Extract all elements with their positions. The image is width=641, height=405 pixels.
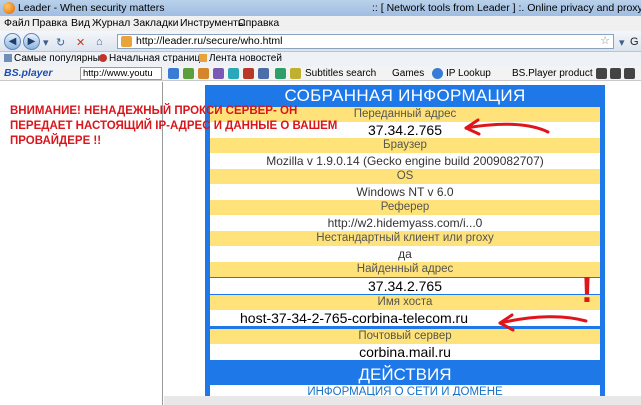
history-dropdown-icon[interactable]: ▾ (43, 36, 49, 49)
info-label-referer: Реферер (210, 200, 600, 215)
media-pause-icon[interactable] (596, 68, 607, 79)
back-arrow-icon[interactable]: ◀ (4, 33, 21, 50)
address-bar[interactable]: http://leader.ru/secure/who.html ☆ (117, 34, 614, 49)
menu-file[interactable]: Файл (4, 16, 30, 31)
bs-games[interactable]: Games (392, 66, 424, 81)
info-value-hostname: host-37-34-2-765-corbina-telecom.ru (210, 310, 600, 326)
bs-music-icon[interactable] (198, 68, 209, 79)
menu-bar: Файл Правка Вид Журнал Закладки Инструме… (0, 16, 641, 31)
info-label-hostname: Имя хоста (210, 295, 600, 310)
home-icon[interactable]: ⌂ (96, 36, 103, 48)
address-url: http://leader.ru/secure/who.html (136, 35, 283, 47)
google-icon[interactable]: G (630, 36, 639, 48)
bookmark-star-icon[interactable]: ☆ (600, 35, 610, 48)
bookmark-news-feed[interactable]: Лента новостей (199, 52, 282, 66)
info-value-found-address: 37.34.2.765 (210, 278, 600, 294)
ip-lookup-icon (432, 68, 443, 79)
info-label-mail-server: Почтовый сервер (210, 329, 600, 344)
bs-video-icon[interactable] (213, 68, 224, 79)
window-title-right: :: [ Network tools from Leader ] :. Onli… (372, 2, 641, 14)
firefox-icon (3, 2, 15, 14)
bs-star-icon[interactable] (290, 68, 301, 79)
bs-play-icon[interactable] (183, 68, 194, 79)
window-titlebar: Leader - When security matters :: [ Netw… (0, 0, 641, 16)
most-visited-icon (4, 54, 12, 62)
info-value-os: Windows NT v 6.0 (210, 184, 600, 200)
info-value-mail-server: corbina.mail.ru (210, 344, 600, 360)
bs-subtitles-search[interactable]: Subtitles search (305, 66, 376, 81)
bookmark-start-page[interactable]: Начальная страница (99, 52, 206, 66)
start-page-icon (99, 54, 107, 62)
info-label-os: OS (210, 169, 600, 184)
warning-annotation: ВНИМАНИЕ! НЕНАДЕЖНЫЙ ПРОКСИ СЕРВЕР- ОН П… (10, 105, 338, 147)
stop-icon[interactable]: ✕ (76, 36, 85, 49)
bsplayer-url-input[interactable]: http://www.youtu (80, 67, 162, 80)
menu-tools[interactable]: Инструменты (180, 16, 245, 31)
menu-edit[interactable]: Правка (32, 16, 67, 31)
bs-tv-icon[interactable] (243, 68, 254, 79)
menu-help[interactable]: Справка (238, 16, 279, 31)
bs-search-icon[interactable] (168, 68, 179, 79)
bs-ip-lookup[interactable]: IP Lookup (446, 66, 491, 81)
menu-history[interactable]: Журнал (92, 16, 130, 31)
bookmarks-toolbar: Самые популярные Начальная страница Лент… (0, 52, 641, 66)
info-label-proxy: Нестандартный клиент или proxy (210, 231, 600, 246)
bs-chat-icon[interactable] (275, 68, 286, 79)
site-favicon-icon (121, 36, 132, 47)
info-label-found-address: Найденный адрес (210, 262, 600, 277)
menu-bookmarks[interactable]: Закладки (133, 16, 178, 31)
bsplayer-logo: BS.player (4, 67, 53, 79)
actions-title: ДЕЙСТВИЯ (358, 365, 452, 384)
bs-photo-icon[interactable] (258, 68, 269, 79)
media-play-icon[interactable] (610, 68, 621, 79)
menu-view[interactable]: Вид (71, 16, 90, 31)
bsplayer-toolbar: BS.player http://www.youtu Subtitles sea… (0, 66, 641, 81)
info-value-proxy: да (210, 246, 600, 262)
rss-feed-icon (199, 54, 207, 62)
navigation-toolbar: ◀ ▶ ▾ ↻ ✕ ⌂ http://leader.ru/secure/who.… (0, 31, 641, 52)
info-value-browser: Mozilla v 1.9.0.14 (Gecko engine build 2… (210, 153, 600, 169)
forward-arrow-icon[interactable]: ▶ (23, 33, 40, 50)
horizontal-scrollbar[interactable] (164, 396, 641, 405)
bs-radio-icon[interactable] (228, 68, 239, 79)
info-value-referer: http://w2.hidemyass.com/i...0 (210, 215, 600, 231)
window-title-left: Leader - When security matters (18, 2, 165, 14)
go-dropdown-icon[interactable]: ▾ (619, 36, 625, 49)
media-next-icon[interactable] (624, 68, 635, 79)
bookmark-most-visited[interactable]: Самые популярные (4, 52, 106, 66)
bs-product[interactable]: BS.Player product (512, 66, 593, 81)
reload-icon[interactable]: ↻ (56, 36, 65, 49)
